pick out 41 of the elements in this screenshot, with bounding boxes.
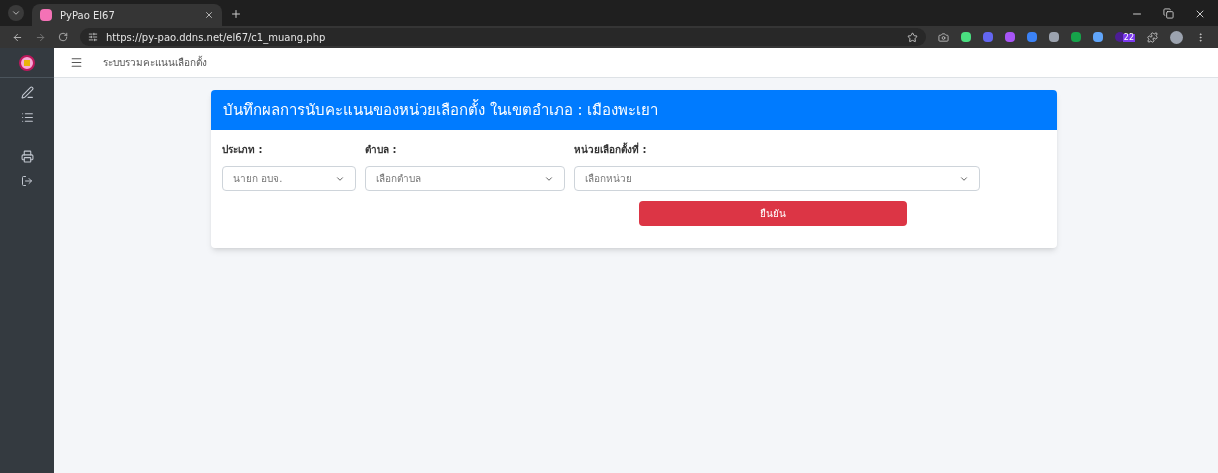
extension-icon[interactable] xyxy=(960,32,971,42)
tab-title: PyPao El67 xyxy=(60,8,116,23)
select-field[interactable]: เลือกตำบล xyxy=(365,166,565,191)
address-bar[interactable]: https://py-pao.ddns.net/el67/c1_muang.php xyxy=(80,28,926,46)
extension-icon[interactable] xyxy=(1092,32,1103,42)
site-info-icon[interactable] xyxy=(88,32,98,42)
field-label: ตำบล : xyxy=(365,143,398,157)
extension-icon[interactable] xyxy=(1004,32,1015,42)
reload-icon[interactable] xyxy=(58,32,68,42)
bookmark-star-icon[interactable] xyxy=(906,31,918,43)
close-icon[interactable] xyxy=(1194,8,1206,20)
field-label: หน่วยเลือกตั้งที่ : xyxy=(574,142,648,157)
profile-avatar[interactable] xyxy=(1170,30,1183,44)
extension-icon[interactable] xyxy=(1048,32,1059,42)
camera-icon[interactable] xyxy=(937,31,949,43)
edit-icon[interactable] xyxy=(20,86,34,99)
logout-icon[interactable] xyxy=(21,175,33,187)
back-icon[interactable] xyxy=(12,31,23,43)
select-field[interactable]: นายก อบจ. xyxy=(222,166,356,191)
menu-icon[interactable] xyxy=(70,56,83,69)
logo-icon xyxy=(19,54,35,71)
card-title: บันทึกผลการนับคะแนนของหน่วยเลือกตั้ง ในเขตอำเภอ : เมืองพะเยา xyxy=(223,98,659,121)
forward-icon[interactable] xyxy=(35,31,46,43)
favicon-icon xyxy=(40,9,52,21)
tab-list-button[interactable] xyxy=(8,5,24,21)
restore-icon[interactable] xyxy=(1163,8,1174,19)
field-label: ประเภท : xyxy=(222,143,264,157)
extension-icon[interactable] xyxy=(1070,32,1081,42)
extensions-icon[interactable] xyxy=(1147,31,1158,43)
browser-tab[interactable]: PyPao El67 xyxy=(32,4,222,26)
new-tab-icon[interactable] xyxy=(230,8,242,20)
extension-badge: 22 xyxy=(1122,34,1135,42)
confirm-button[interactable]: ยืนยัน xyxy=(639,201,907,226)
app-title: ระบบรวมคะแนนเลือกตั้ง xyxy=(103,55,207,70)
print-icon[interactable] xyxy=(20,150,34,163)
select-field[interactable]: เลือกหน่วย xyxy=(574,166,980,191)
extension-icon[interactable] xyxy=(1026,32,1037,42)
url-text: https://py-pao.ddns.net/el67/c1_muang.php xyxy=(106,30,327,45)
list-icon[interactable] xyxy=(20,111,34,124)
caret-icon xyxy=(11,8,21,18)
close-icon[interactable] xyxy=(204,10,214,20)
